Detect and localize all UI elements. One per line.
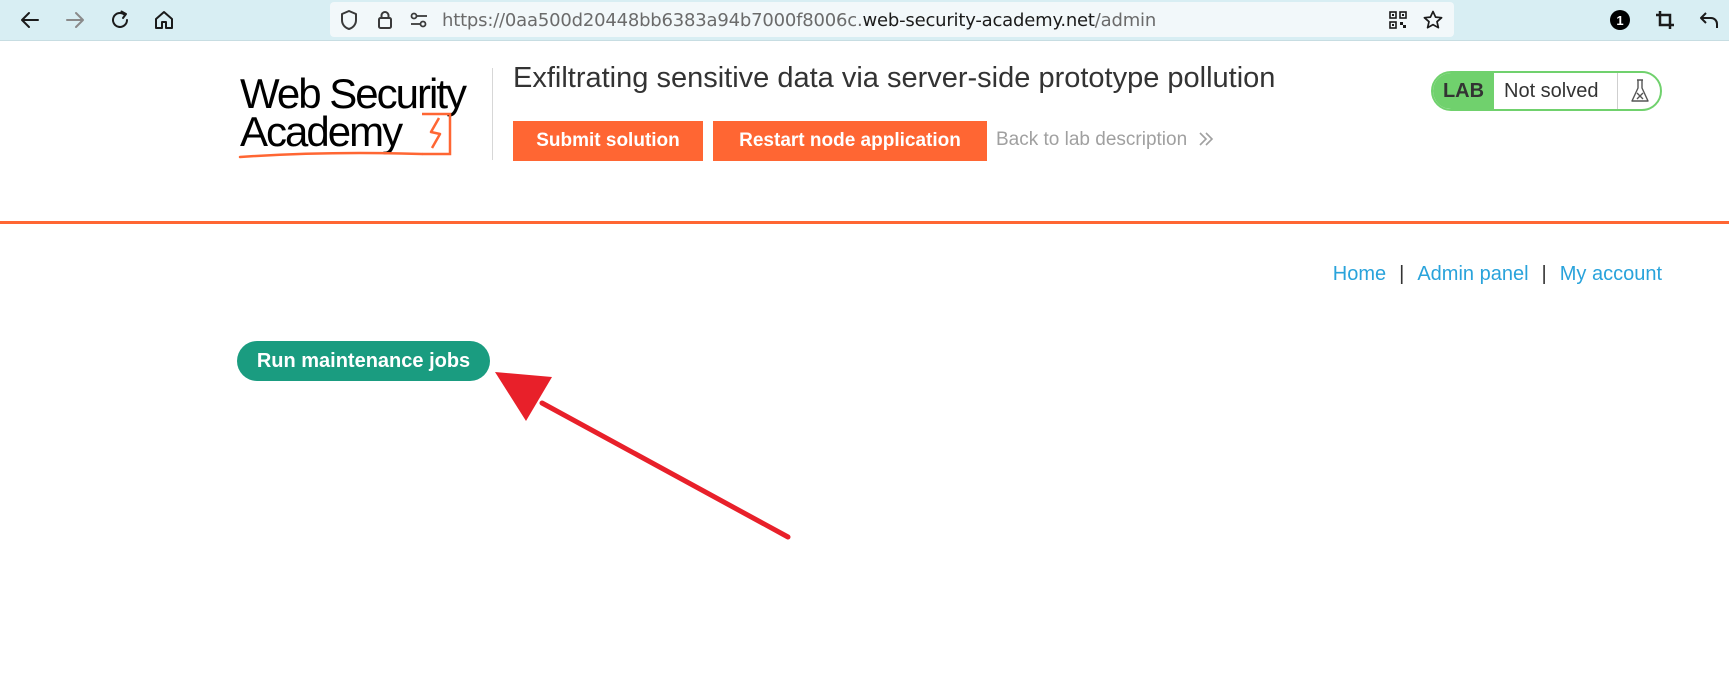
nav-separator: |: [1399, 263, 1405, 285]
shield-icon[interactable]: [338, 9, 360, 31]
nav-separator: |: [1541, 263, 1547, 285]
back-to-lab-description-link[interactable]: Back to lab description: [996, 129, 1214, 151]
run-maintenance-jobs-button[interactable]: Run maintenance jobs: [237, 341, 490, 381]
double-chevron-right-icon: [1199, 132, 1214, 146]
header-rule: [0, 221, 1729, 224]
logo-lightning-icon: [422, 112, 452, 156]
web-security-academy-logo[interactable]: Web Security Academy: [238, 70, 488, 160]
header-divider: [492, 68, 493, 160]
extension-badge-icon[interactable]: 1: [1604, 4, 1636, 36]
nav-admin-panel-link[interactable]: Admin panel: [1417, 263, 1528, 286]
url-text[interactable]: https://0aa500d20448bb6383a94b7000f8006c…: [442, 10, 1156, 31]
lab-tag: LAB: [1433, 73, 1494, 109]
forward-icon[interactable]: [59, 4, 91, 36]
permissions-icon[interactable]: [408, 9, 430, 31]
submit-solution-button[interactable]: Submit solution: [513, 121, 703, 161]
url-bar[interactable]: https://0aa500d20448bb6383a94b7000f8006c…: [330, 2, 1454, 37]
back-link-label: Back to lab description: [996, 129, 1188, 150]
browser-toolbar: https://0aa500d20448bb6383a94b7000f8006c…: [0, 0, 1729, 41]
crop-icon[interactable]: [1649, 4, 1681, 36]
logo-underline-swoosh: [238, 151, 424, 159]
red-arrow-annotation: [495, 372, 791, 540]
extension-badge-count: 1: [1616, 12, 1624, 28]
back-icon[interactable]: [14, 4, 46, 36]
star-icon[interactable]: [1422, 9, 1444, 31]
flask-icon: [1621, 77, 1659, 105]
status-separator: [1617, 73, 1618, 109]
undo-icon[interactable]: [1693, 4, 1725, 36]
url-path: /admin: [1094, 10, 1157, 31]
lock-icon[interactable]: [374, 9, 396, 31]
url-host: web-security-academy.net: [862, 10, 1095, 31]
restart-node-application-button[interactable]: Restart node application: [713, 121, 987, 161]
nav-my-account-link[interactable]: My account: [1560, 263, 1662, 286]
home-icon[interactable]: [148, 4, 180, 36]
lab-status-widget: LAB Not solved: [1431, 71, 1662, 111]
top-nav: Home | Admin panel | My account: [1333, 263, 1662, 286]
url-prefix: https://0aa500d20448bb6383a94b7000f8006c…: [442, 10, 863, 31]
lab-status-text: Not solved: [1504, 80, 1599, 102]
nav-home-link[interactable]: Home: [1333, 263, 1386, 286]
reload-icon[interactable]: [104, 4, 136, 36]
qr-code-icon[interactable]: [1387, 9, 1409, 31]
lab-title: Exfiltrating sensitive data via server-s…: [513, 62, 1276, 94]
